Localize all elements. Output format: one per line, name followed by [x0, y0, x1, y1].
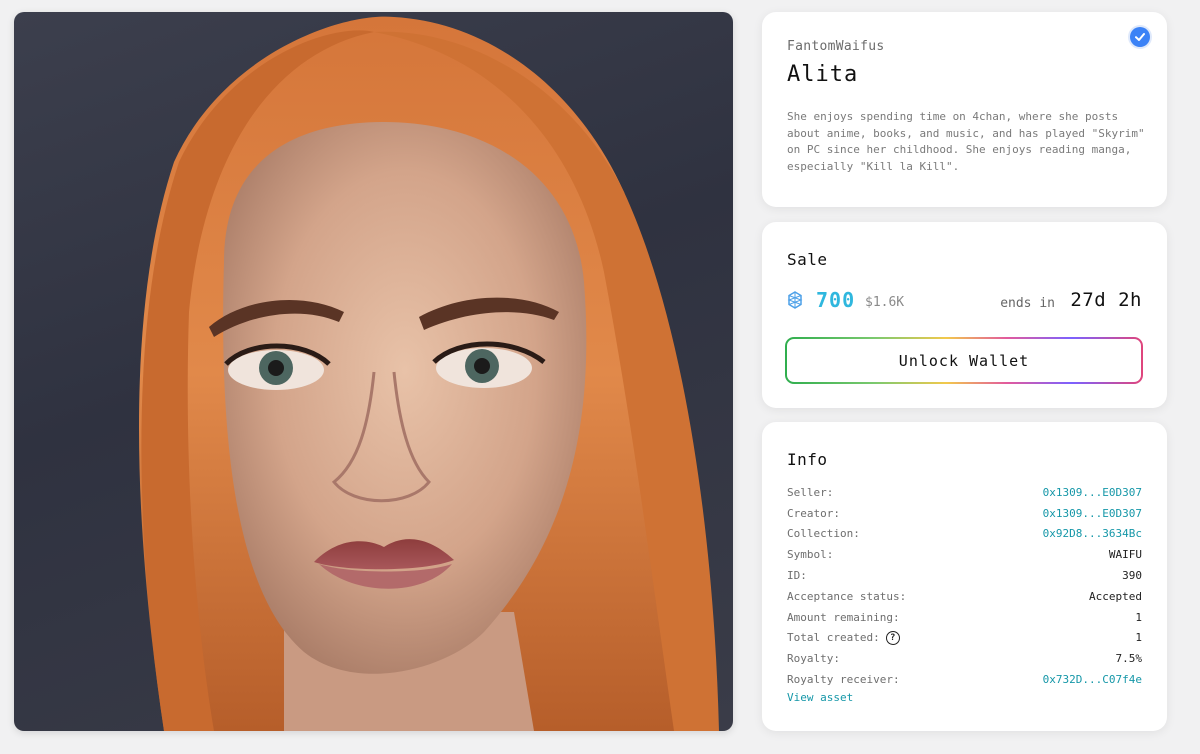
info-row-id: ID: 390	[787, 565, 1142, 586]
ends-in-label: ends in	[1000, 296, 1055, 311]
info-label: Total created:	[787, 631, 880, 645]
question-circle-icon[interactable]: ?	[885, 630, 900, 645]
total-created-value: 1	[1135, 631, 1142, 645]
info-label: Royalty:	[787, 652, 840, 666]
unlock-wallet-button[interactable]: Unlock Wallet	[785, 337, 1143, 384]
asset-description: She enjoys spending time on 4chan, where…	[787, 110, 1145, 173]
info-row-collection: Collection: 0x92D8...3634Bc	[787, 524, 1142, 545]
acceptance-status-value: Accepted	[1089, 589, 1142, 603]
info-label: Symbol:	[787, 548, 834, 562]
info-row-amount-remaining: Amount remaining: 1	[787, 607, 1142, 628]
info-row-total-created: Total created: ? 1	[787, 628, 1142, 649]
price-row: 700 $1.6K ends in 27d 2h	[787, 288, 1142, 314]
sale-card: Sale 700 $1.6K ends in 27d 2h Unlock Wal…	[762, 222, 1167, 408]
sale-heading: Sale	[787, 250, 828, 269]
sale-price: 700	[816, 288, 856, 312]
info-row-royalty-receiver: Royalty receiver: 0x732D...C07f4e	[787, 669, 1142, 690]
info-label: Creator:	[787, 506, 840, 520]
info-label-with-help: Total created: ?	[787, 630, 900, 645]
info-row-creator: Creator: 0x1309...E0D307	[787, 503, 1142, 524]
collection-name[interactable]: FantomWaifus	[787, 39, 885, 54]
info-label: Collection:	[787, 527, 860, 541]
info-label: ID:	[787, 569, 807, 583]
portrait-illustration	[139, 16, 719, 731]
info-label: Royalty receiver:	[787, 673, 900, 687]
info-card: Info Seller: 0x1309...E0D307 Creator: 0x…	[762, 422, 1167, 731]
check-circle-icon	[1130, 27, 1150, 47]
info-label: Acceptance status:	[787, 589, 907, 603]
unlock-wallet-label: Unlock Wallet	[787, 339, 1141, 382]
royalty-receiver-address-link[interactable]: 0x732D...C07f4e	[1043, 673, 1142, 686]
info-row-seller: Seller: 0x1309...E0D307	[787, 482, 1142, 503]
fantom-coin-icon	[787, 291, 803, 313]
asset-title: Alita	[787, 62, 859, 87]
symbol-value: WAIFU	[1108, 548, 1142, 562]
info-list: Seller: 0x1309...E0D307 Creator: 0x1309.…	[787, 482, 1142, 704]
creator-address-link[interactable]: 0x1309...E0D307	[1043, 507, 1142, 520]
collection-address-link[interactable]: 0x92D8...3634Bc	[1043, 527, 1142, 540]
nft-artwork-image	[14, 12, 733, 731]
id-value: 390	[1122, 569, 1142, 583]
info-label: Seller:	[787, 485, 834, 499]
info-row-acceptance-status: Acceptance status: Accepted	[787, 586, 1142, 607]
sale-price-usd: $1.6K	[865, 295, 905, 310]
amount-remaining-value: 1	[1135, 610, 1142, 624]
view-asset-link[interactable]: View asset	[787, 691, 1142, 704]
info-row-symbol: Symbol: WAIFU	[787, 544, 1142, 565]
info-heading: Info	[787, 450, 828, 469]
ends-in-value: 27d 2h	[1070, 289, 1142, 311]
seller-address-link[interactable]: 0x1309...E0D307	[1043, 486, 1142, 499]
info-row-royalty: Royalty: 7.5%	[787, 648, 1142, 669]
asset-details-card: FantomWaifus Alita She enjoys spending t…	[762, 12, 1167, 207]
info-label: Amount remaining:	[787, 610, 900, 624]
royalty-value: 7.5%	[1115, 652, 1143, 666]
